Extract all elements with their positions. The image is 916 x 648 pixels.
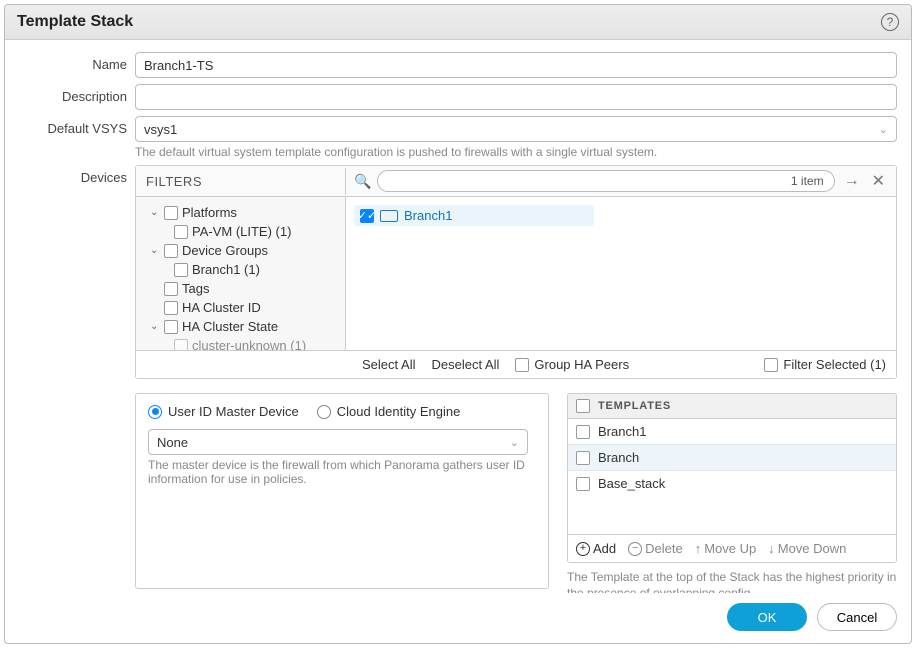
checkbox[interactable]: [576, 451, 590, 465]
checkbox[interactable]: [164, 320, 178, 334]
master-device-value: None: [157, 435, 188, 450]
template-row[interactable]: Base_stack: [568, 471, 896, 496]
description-input[interactable]: [135, 84, 897, 110]
template-row[interactable]: Branch: [568, 445, 896, 471]
radio-cloud-identity[interactable]: Cloud Identity Engine: [317, 404, 461, 419]
checkbox[interactable]: [764, 358, 778, 372]
delete-template-button[interactable]: − Delete: [628, 541, 683, 556]
device-item-branch1[interactable]: ✓ Branch1: [354, 205, 594, 226]
checkbox[interactable]: [164, 244, 178, 258]
devices-panel: FILTERS 🔍 1 item → ✕: [135, 165, 897, 379]
chevron-down-icon[interactable]: ⌄: [150, 207, 160, 218]
checkbox[interactable]: [515, 358, 529, 372]
device-search-input[interactable]: 1 item: [377, 170, 834, 192]
minus-icon: −: [628, 542, 642, 556]
template-stack-dialog: Template Stack ? Name Description Defaul…: [4, 4, 912, 644]
radio-icon: [317, 405, 331, 419]
default-vsys-label: Default VSYS: [19, 116, 135, 136]
identity-panel: User ID Master Device Cloud Identity Eng…: [135, 393, 549, 589]
arrow-down-icon: ↓: [768, 541, 775, 556]
checkbox[interactable]: [174, 225, 188, 239]
move-down-button[interactable]: ↓ Move Down: [768, 541, 846, 556]
filter-selected-toggle[interactable]: Filter Selected (1): [764, 357, 886, 372]
tree-platforms[interactable]: ⌄ Platforms: [140, 203, 341, 222]
template-name: Branch: [598, 450, 639, 465]
templates-panel: TEMPLATES Branch1 Branch: [567, 393, 897, 593]
checkbox[interactable]: [164, 282, 178, 296]
add-template-button[interactable]: + Add: [576, 541, 616, 556]
templates-header: TEMPLATES: [568, 394, 896, 419]
checkbox[interactable]: [174, 263, 188, 277]
checkbox[interactable]: ✓: [360, 209, 374, 223]
filters-tree[interactable]: ⌄ Platforms PA-VM (LITE) (1) ⌄: [136, 197, 346, 350]
ok-button[interactable]: OK: [727, 603, 807, 631]
tree-branch1[interactable]: Branch1 (1): [140, 260, 341, 279]
radio-icon: [148, 405, 162, 419]
name-label: Name: [19, 52, 135, 72]
dialog-body: Name Description Default VSYS vsys1 ⌄ Th…: [5, 40, 911, 593]
checkbox[interactable]: [164, 206, 178, 220]
device-toolbar: Select All Deselect All Group HA Peers F…: [136, 350, 896, 378]
devices-label: Devices: [19, 165, 135, 185]
move-up-button[interactable]: ↑ Move Up: [695, 541, 757, 556]
checkbox[interactable]: [174, 339, 188, 351]
default-vsys-value: vsys1: [144, 122, 177, 137]
template-name: Branch1: [598, 424, 646, 439]
templates-toolbar: + Add − Delete ↑ Move Up: [567, 534, 897, 563]
tree-ha-cluster-id[interactable]: ⌄ HA Cluster ID: [140, 298, 341, 317]
template-name: Base_stack: [598, 476, 665, 491]
dialog-title: Template Stack: [17, 13, 133, 31]
arrow-up-icon: ↑: [695, 541, 702, 556]
arrow-right-icon[interactable]: →: [841, 172, 863, 190]
titlebar: Template Stack ?: [5, 5, 911, 40]
device-name: Branch1: [404, 208, 452, 223]
help-icon[interactable]: ?: [881, 13, 899, 31]
description-label: Description: [19, 84, 135, 104]
cancel-button[interactable]: Cancel: [817, 603, 897, 631]
tree-ha-cluster-state[interactable]: ⌄ HA Cluster State: [140, 317, 341, 336]
template-row[interactable]: Branch1: [568, 419, 896, 445]
checkbox[interactable]: [576, 425, 590, 439]
item-count: 1 item: [791, 174, 824, 188]
deselect-all-button[interactable]: Deselect All: [431, 357, 499, 372]
group-ha-peers-toggle[interactable]: Group HA Peers: [515, 357, 629, 372]
default-vsys-select[interactable]: vsys1 ⌄: [135, 116, 897, 142]
master-device-select[interactable]: None ⌄: [148, 429, 528, 455]
tree-cluster-unknown[interactable]: cluster-unknown (1): [140, 336, 341, 350]
plus-icon: +: [576, 542, 590, 556]
chevron-down-icon[interactable]: ⌄: [150, 245, 160, 256]
vsys-helper: The default virtual system template conf…: [135, 145, 897, 159]
filters-title: FILTERS: [136, 168, 346, 195]
checkbox-all-templates[interactable]: [576, 399, 590, 413]
device-result-list: ✓ Branch1: [346, 197, 896, 350]
chevron-down-icon: ⌄: [510, 436, 519, 449]
search-icon[interactable]: 🔍: [354, 173, 371, 190]
dialog-footer: OK Cancel: [5, 593, 911, 643]
master-device-helper: The master device is the firewall from w…: [148, 458, 528, 486]
radio-user-id-master[interactable]: User ID Master Device: [148, 404, 299, 419]
chevron-down-icon: ⌄: [879, 123, 888, 136]
templates-helper: The Template at the top of the Stack has…: [567, 569, 897, 593]
tree-device-groups[interactable]: ⌄ Device Groups: [140, 241, 341, 260]
tree-tags[interactable]: ⌄ Tags: [140, 279, 341, 298]
device-icon: [380, 210, 398, 222]
checkbox[interactable]: [576, 477, 590, 491]
tree-pa-vm[interactable]: PA-VM (LITE) (1): [140, 222, 341, 241]
select-all-button[interactable]: Select All: [362, 357, 415, 372]
name-input[interactable]: [135, 52, 897, 78]
chevron-down-icon[interactable]: ⌄: [150, 321, 160, 332]
close-icon[interactable]: ✕: [869, 171, 888, 191]
checkbox[interactable]: [164, 301, 178, 315]
